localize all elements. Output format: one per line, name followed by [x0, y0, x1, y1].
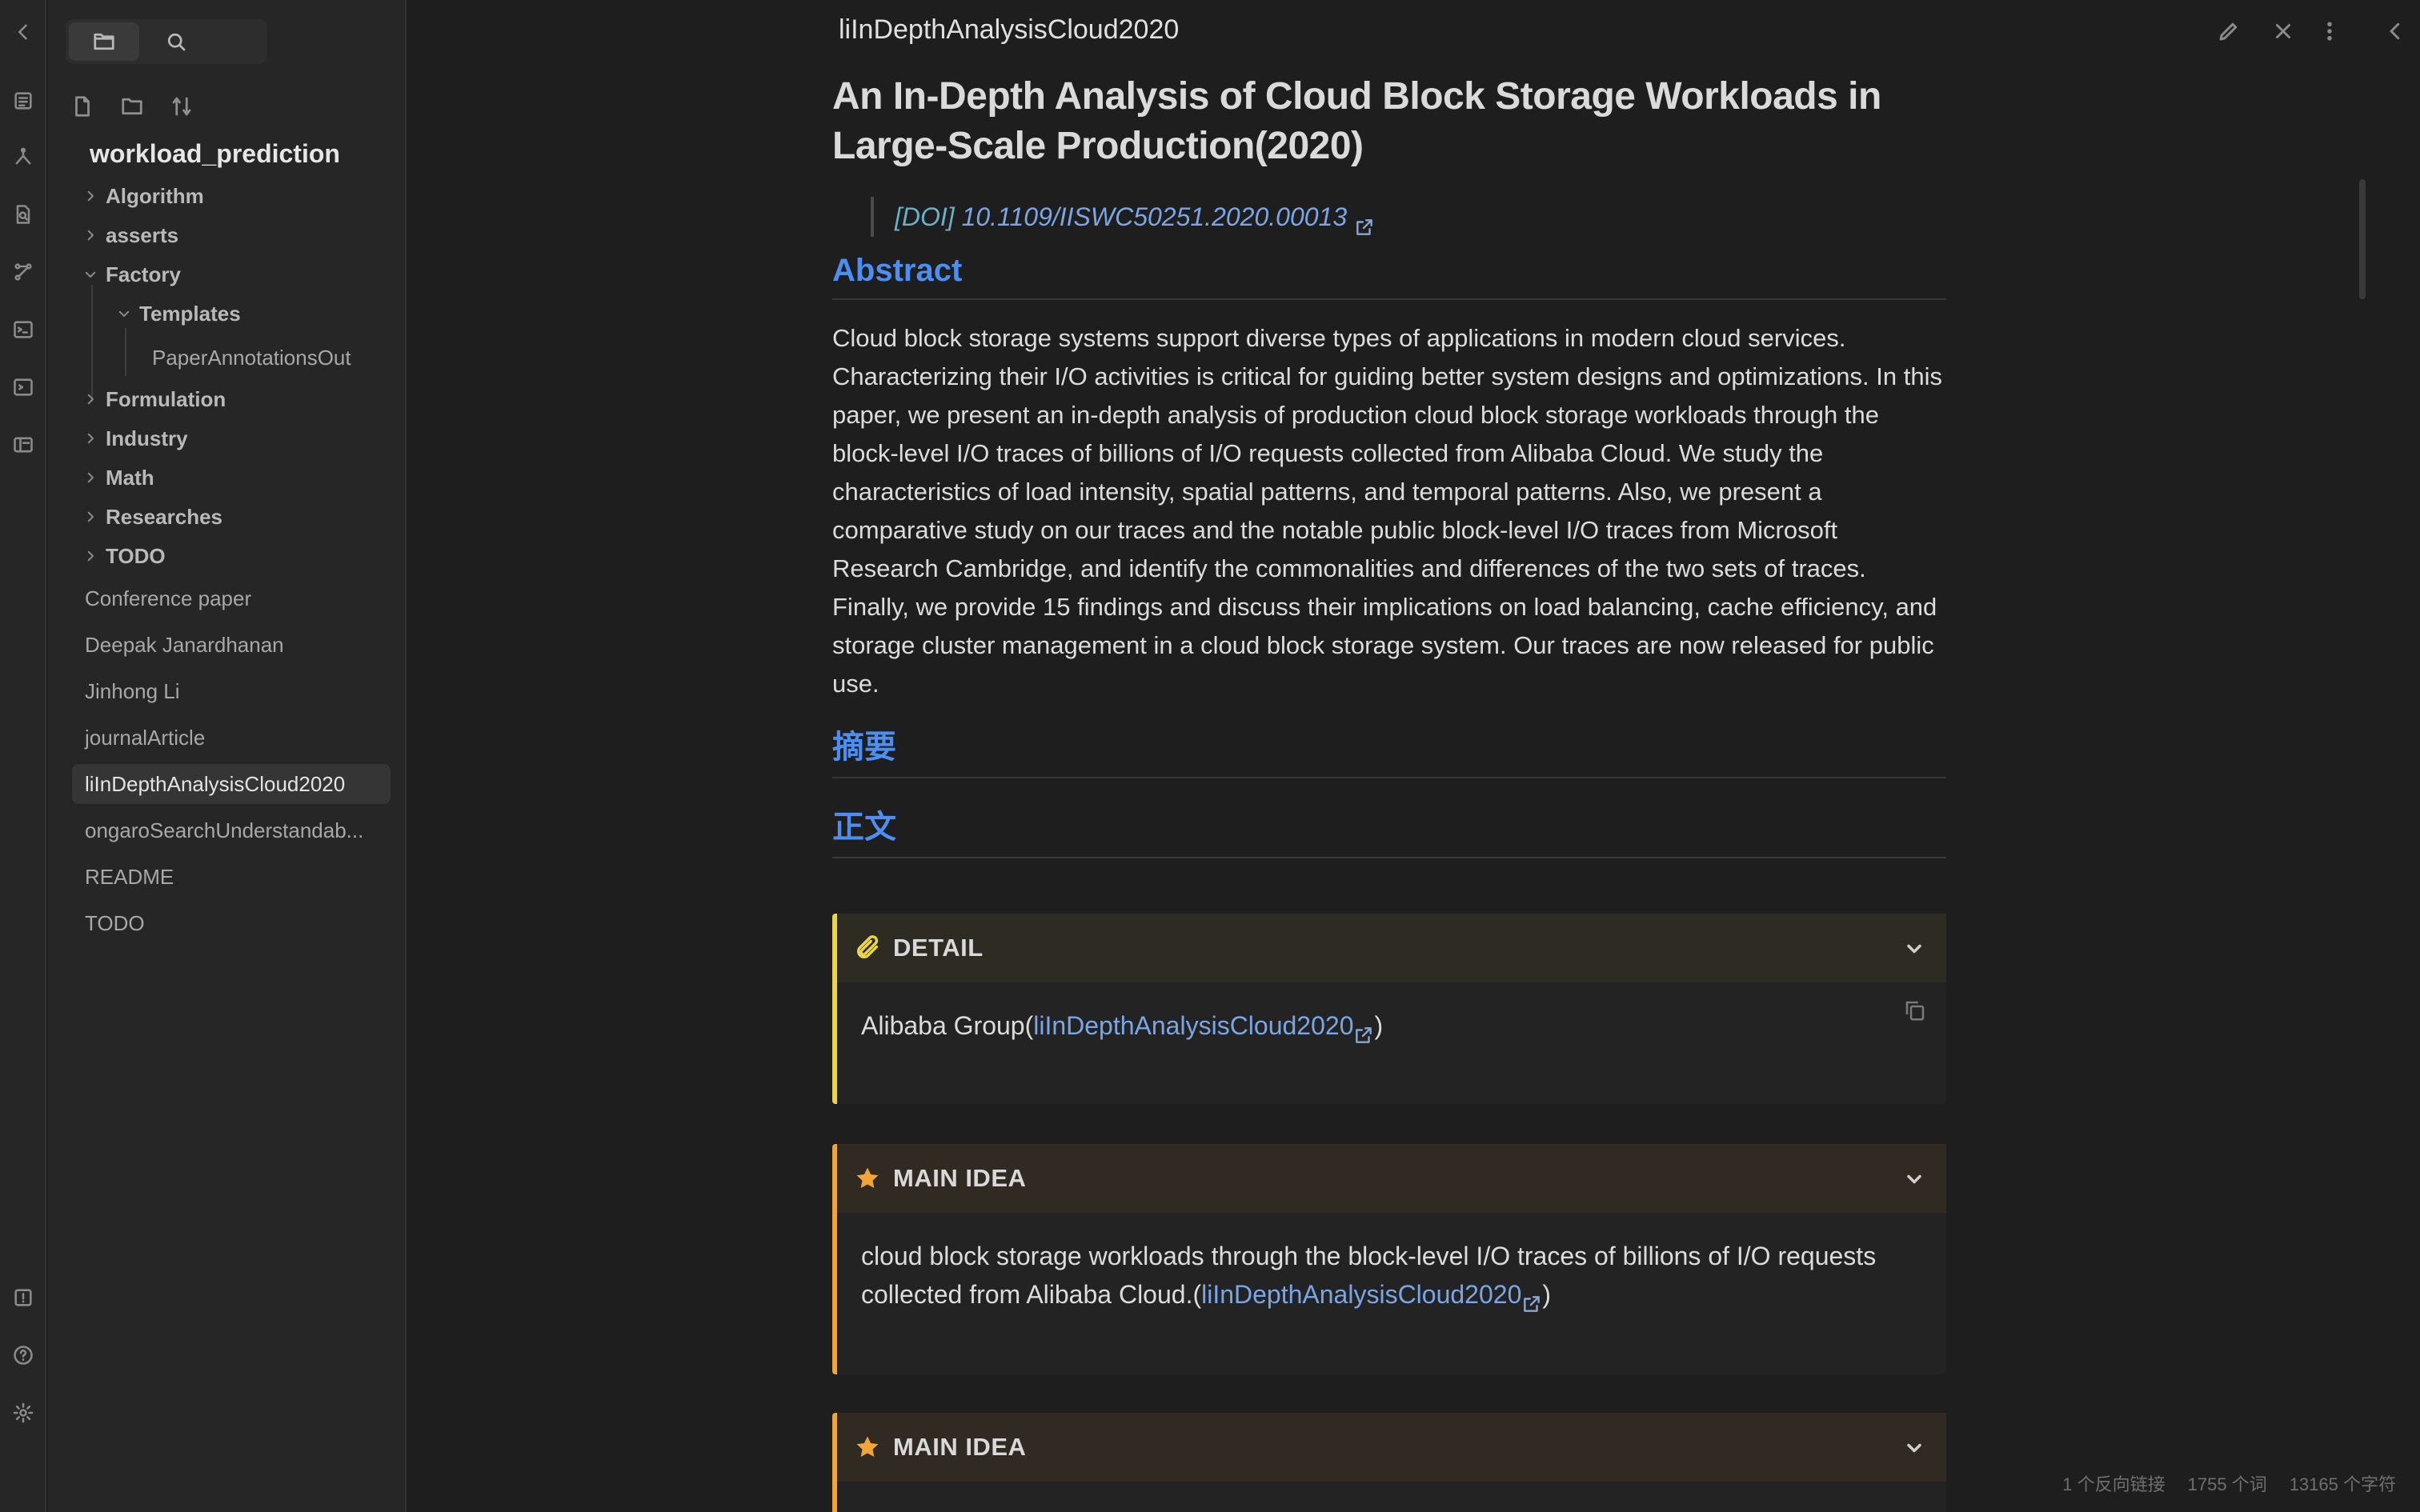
note-content: An In-Depth Analysis of Cloud Block Stor… — [832, 72, 1946, 1512]
chevron-right-icon — [82, 508, 99, 526]
terminal-icon[interactable] — [12, 318, 34, 341]
file-todo[interactable]: TODO — [85, 911, 145, 936]
graph-view-icon[interactable] — [12, 261, 34, 283]
new-file-icon — [75, 96, 90, 117]
file-paperannotationsout[interactable]: PaperAnnotationsOut — [152, 346, 351, 370]
main-idea-callout: MAIN IDEA — [832, 1413, 1946, 1512]
collapse-left-icon[interactable] — [12, 21, 34, 43]
word-count: 1755 个词 — [2187, 1474, 2267, 1494]
folder-formulation[interactable]: Formulation — [82, 383, 226, 415]
folder-asserts[interactable]: asserts — [82, 219, 178, 251]
char-count: 13165 个字符 — [2289, 1474, 2396, 1494]
chevron-down-icon — [115, 305, 133, 322]
detail-callout: DETAIL Alibaba Group(liInDepthAnalysisCl… — [832, 914, 1946, 1104]
folder-factory[interactable]: Factory — [82, 258, 181, 290]
callout-header[interactable]: DETAIL — [837, 914, 1946, 982]
chevron-right-icon — [82, 187, 99, 205]
file-explorer-tab[interactable] — [69, 22, 139, 61]
file-explorer-sidebar: workload_prediction Algorithm asserts Fa… — [48, 0, 407, 1512]
callout-title: MAIN IDEA — [893, 1164, 1027, 1192]
file-readme[interactable]: README — [85, 865, 174, 890]
collapse-right-icon[interactable] — [2382, 18, 2409, 45]
paperclip-icon — [853, 934, 882, 962]
scrollbar-thumb[interactable] — [2359, 179, 2366, 299]
callout-header[interactable]: MAIN IDEA — [837, 1144, 1946, 1213]
status-bar: 1 个反向链接 1755 个词 13165 个字符 — [2062, 1470, 2396, 1496]
body-heading: 正文 — [832, 801, 1946, 858]
star-icon — [853, 1164, 882, 1193]
file-search-icon[interactable] — [12, 203, 34, 226]
tree-guide — [125, 328, 126, 376]
sidebar-tab-bar — [66, 19, 267, 64]
citation-link[interactable]: liInDepthAnalysisCloud2020 — [1033, 1011, 1353, 1040]
folder-industry[interactable]: Industry — [82, 422, 188, 454]
sort-icon — [172, 97, 191, 116]
folder-todo[interactable]: TODO — [82, 540, 166, 572]
file-journalarticle[interactable]: journalArticle — [85, 726, 205, 750]
doi-blockquote: [DOI] 10.1109/IISWC50251.2020.00013 — [871, 197, 1946, 237]
summary-heading: 摘要 — [832, 721, 1946, 778]
plugin-vector-icon[interactable] — [12, 146, 34, 168]
folder-researches[interactable]: Researches — [82, 501, 222, 533]
file-jinhong-li[interactable]: Jinhong Li — [85, 679, 180, 704]
callout-header[interactable]: MAIN IDEA — [837, 1413, 1946, 1482]
callout-title: MAIN IDEA — [893, 1433, 1027, 1461]
new-note-button[interactable] — [69, 93, 96, 120]
note-header-title[interactable]: liInDepthAnalysisCloud2020 — [839, 14, 1179, 46]
file-ongarosearchunderstandab[interactable]: ongaroSearchUnderstandab... — [85, 818, 363, 843]
note-title-heading: An In-Depth Analysis of Cloud Block Stor… — [832, 75, 1881, 167]
ribbon — [0, 0, 46, 1512]
vault-switch-icon[interactable] — [12, 1286, 34, 1309]
search-tab[interactable] — [141, 22, 211, 61]
vault-name[interactable]: workload_prediction — [90, 139, 340, 169]
chevron-down-icon[interactable] — [1903, 938, 1925, 960]
folder-math[interactable]: Math — [82, 462, 154, 494]
help-icon[interactable] — [12, 1344, 34, 1366]
callout-body: cloud block storage workloads through th… — [837, 1213, 1946, 1314]
close-icon[interactable] — [2270, 18, 2297, 45]
edit-pencil-icon[interactable] — [2215, 18, 2242, 45]
main-idea-callout: MAIN IDEA cloud block storage workloads … — [832, 1144, 1946, 1374]
folder-templates[interactable]: Templates — [115, 298, 241, 330]
star-icon — [853, 1433, 882, 1462]
external-link-icon — [1354, 209, 1375, 235]
folder-icon — [94, 33, 114, 50]
chevron-down-icon — [82, 266, 99, 283]
doi-prefix: [DOI] — [895, 202, 955, 231]
new-folder-button[interactable] — [118, 93, 146, 120]
file-conference-paper[interactable]: Conference paper — [85, 586, 251, 611]
command-icon[interactable] — [12, 376, 34, 398]
chevron-right-icon — [82, 430, 99, 447]
chevron-down-icon[interactable] — [1903, 1437, 1925, 1459]
copy-icon[interactable] — [1903, 998, 1927, 1022]
backlinks-count[interactable]: 1 个反向链接 — [2062, 1470, 2165, 1496]
search-icon — [167, 33, 186, 51]
chevron-down-icon[interactable] — [1903, 1168, 1925, 1190]
folder-algorithm[interactable]: Algorithm — [82, 180, 204, 212]
callout-body: Alibaba Group(liInDepthAnalysisCloud2020… — [837, 982, 1946, 1045]
abstract-heading: Abstract — [832, 253, 1946, 300]
doi-link[interactable]: 10.1109/IISWC50251.2020.00013 — [962, 202, 1348, 231]
file-deepak-janardhanan[interactable]: Deepak Janardhanan — [85, 633, 284, 658]
callout-title: DETAIL — [893, 934, 984, 962]
citation-link[interactable]: liInDepthAnalysisCloud2020 — [1201, 1280, 1521, 1309]
sort-button[interactable] — [168, 93, 195, 120]
chevron-right-icon — [82, 390, 99, 408]
file-liindepthanalysiscloud2020[interactable]: liInDepthAnalysisCloud2020 — [72, 764, 391, 804]
external-link-icon — [1353, 1018, 1374, 1043]
more-options-icon[interactable] — [2316, 18, 2343, 45]
note-list-icon[interactable] — [12, 90, 34, 112]
external-link-icon — [1521, 1286, 1542, 1312]
new-folder-icon — [122, 98, 142, 115]
abstract-text: Cloud block storage systems support dive… — [832, 324, 1942, 698]
layout-icon[interactable] — [12, 434, 34, 456]
chevron-right-icon — [82, 226, 99, 244]
chevron-right-icon — [82, 469, 99, 486]
chevron-right-icon — [82, 547, 99, 565]
settings-gear-icon[interactable] — [12, 1402, 34, 1424]
